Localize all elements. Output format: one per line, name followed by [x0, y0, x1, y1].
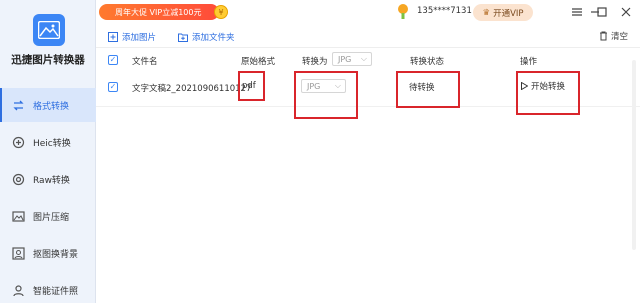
menu-icon[interactable]: [570, 5, 584, 19]
highlight-box: [516, 71, 580, 115]
user-name[interactable]: 135****7131: [417, 6, 472, 16]
vertical-scrollbar[interactable]: [632, 60, 636, 250]
sidebar-item-cutout[interactable]: 抠图换背景: [0, 236, 96, 270]
add-image-label: 添加图片: [122, 33, 157, 43]
sidebar-item-id-photo[interactable]: 智能证件照: [0, 273, 96, 303]
title-bar: 周年大促 VIP立减100元 ¥ 135****7131 ♛ 开通VIP: [96, 0, 640, 24]
table-header: ✓ 文件名 原始格式 转换为 JPG ⌵ 转换状态 操作: [96, 49, 640, 71]
toolbar: 添加图片 添加文件夹 清空: [96, 26, 640, 48]
crown-icon: ♛: [482, 7, 491, 18]
chevron-down-icon: ⌵: [360, 54, 367, 63]
promo-text: 周年大促 VIP立减100元: [115, 7, 202, 17]
promo-banner[interactable]: 周年大促 VIP立减100元: [99, 4, 219, 20]
sidebar-nav: 格式转换 Heic转换 Raw转换 图片压缩 抠图换背景 智能证件照: [0, 88, 96, 303]
original-format: pdf: [242, 81, 256, 91]
maximize-icon[interactable]: [595, 5, 609, 19]
header-original-format: 原始格式: [241, 57, 276, 67]
raw-icon: [12, 173, 25, 186]
sidebar-item-label: Raw转换: [33, 175, 70, 186]
batch-format-select[interactable]: JPG ⌵: [332, 52, 372, 66]
add-folder-button[interactable]: 添加文件夹: [178, 30, 235, 44]
sidebar-item-label: 抠图换背景: [33, 249, 79, 260]
format-select[interactable]: JPG ⌵: [301, 79, 346, 93]
chevron-down-icon: ⌵: [334, 81, 341, 90]
format-convert-icon: [12, 99, 25, 112]
header-action: 操作: [520, 57, 538, 67]
sidebar-item-image-compress[interactable]: 图片压缩: [0, 199, 96, 233]
id-photo-icon: [12, 284, 25, 297]
trash-icon: [599, 31, 607, 41]
header-filename: 文件名: [132, 57, 158, 67]
sidebar-item-format-convert[interactable]: 格式转换: [0, 88, 96, 122]
batch-format-value: JPG: [338, 54, 352, 64]
header-convert-to: 转换为: [302, 57, 328, 67]
clear-button[interactable]: 清空: [599, 30, 628, 42]
format-select-value: JPG: [307, 81, 321, 91]
cutout-icon: [12, 246, 25, 260]
row-checkbox[interactable]: ✓: [108, 82, 118, 92]
heic-icon: [12, 136, 25, 149]
avatar[interactable]: [396, 3, 410, 20]
add-image-button[interactable]: 添加图片: [108, 30, 156, 44]
sidebar-item-label: 图片压缩: [33, 212, 70, 223]
start-convert-button[interactable]: 开始转换: [521, 80, 565, 92]
image-compress-icon: [12, 210, 25, 223]
add-folder-icon: [178, 33, 188, 42]
sidebar-item-raw[interactable]: Raw转换: [0, 162, 96, 196]
sidebar-item-heic[interactable]: Heic转换: [0, 125, 96, 159]
select-all-checkbox[interactable]: ✓: [108, 55, 118, 65]
sidebar-item-label: Heic转换: [33, 138, 71, 149]
add-folder-label: 添加文件夹: [192, 33, 235, 43]
add-image-icon: [108, 32, 118, 42]
table-row[interactable]: ✓ 文字文稿2_20210906110127 pdf JPG ⌵ 待转换 开始转…: [96, 71, 640, 119]
coin-icon: ¥: [214, 5, 228, 19]
status-text: 待转换: [409, 83, 435, 93]
start-convert-label: 开始转换: [531, 82, 566, 92]
file-name: 文字文稿2_20210906110127: [132, 84, 252, 94]
clear-label: 清空: [610, 32, 628, 42]
sidebar: 迅捷图片转换器 格式转换 Heic转换 Raw转换 图片压缩 抠图换背景 智能证…: [0, 0, 96, 303]
vip-label: 开通VIP: [493, 8, 524, 19]
app-logo-icon: [33, 14, 65, 46]
play-icon: [521, 82, 528, 90]
app-name: 迅捷图片转换器: [11, 54, 85, 66]
sidebar-item-label: 格式转换: [33, 101, 70, 112]
sidebar-item-label: 智能证件照: [33, 286, 79, 297]
header-status: 转换状态: [410, 57, 445, 67]
close-icon[interactable]: [619, 5, 633, 19]
vip-button[interactable]: ♛ 开通VIP: [473, 4, 533, 21]
